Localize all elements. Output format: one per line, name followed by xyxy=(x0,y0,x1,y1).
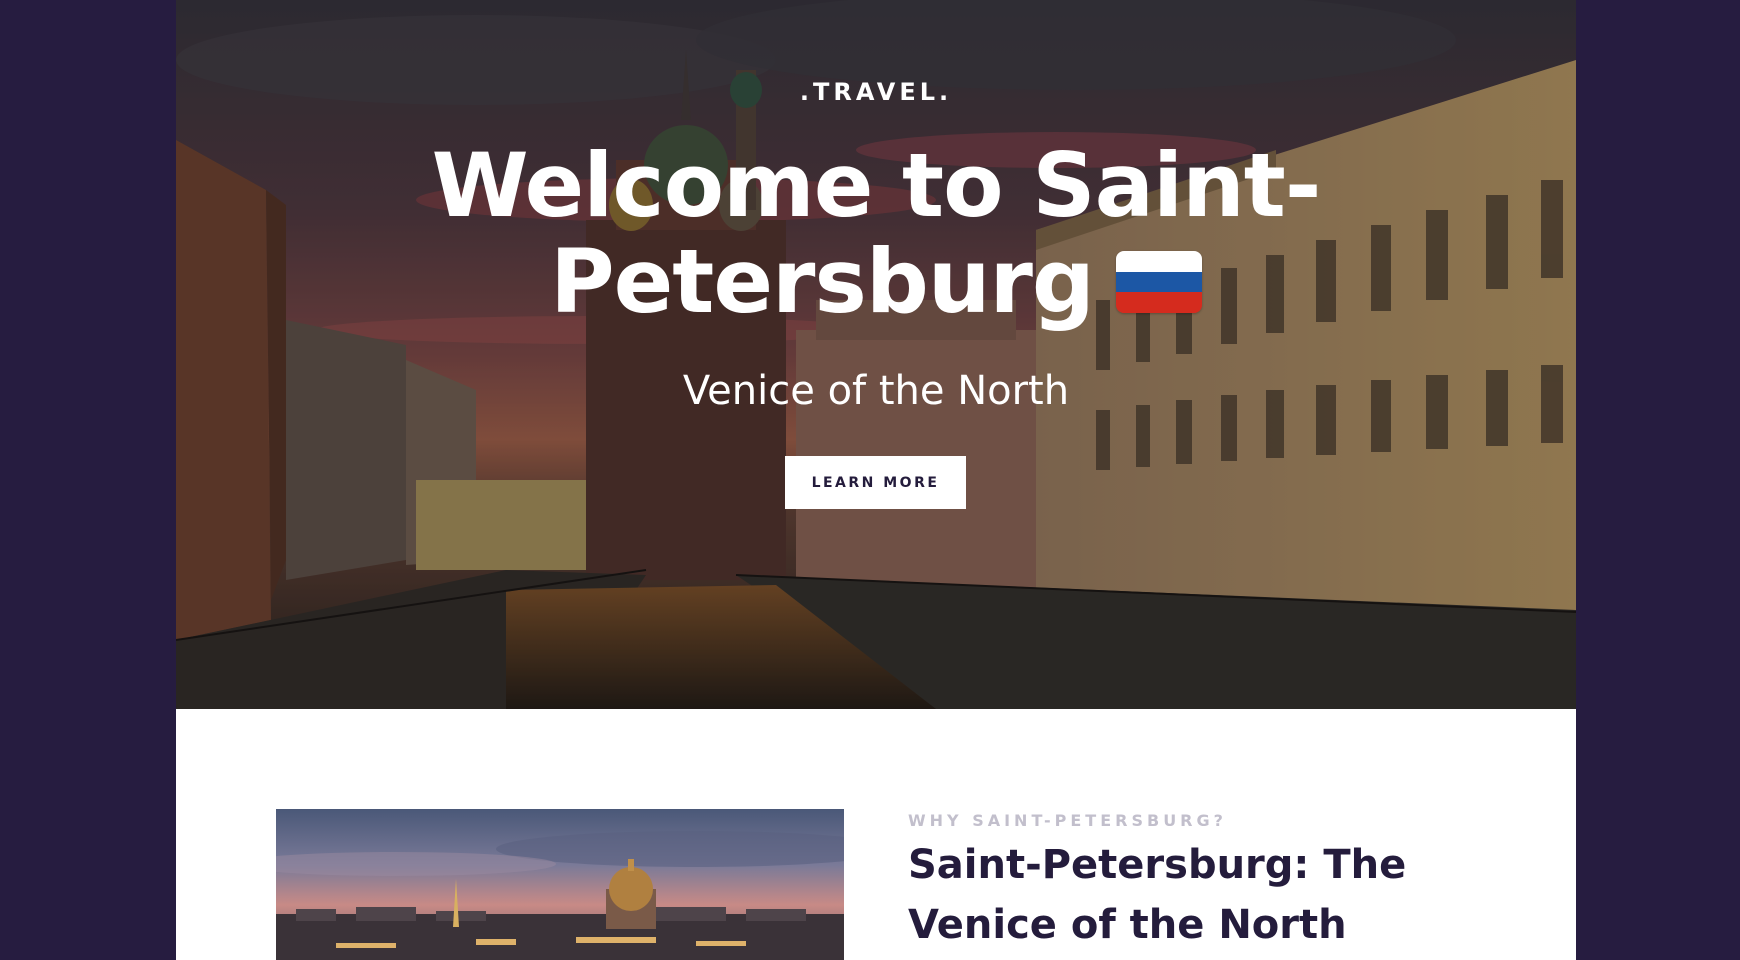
page: .TRAVEL. Welcome to Saint-Petersburg Ven… xyxy=(176,0,1576,960)
hero-content: .TRAVEL. Welcome to Saint-Petersburg Ven… xyxy=(176,0,1576,709)
hero-subtitle: Venice of the North xyxy=(682,368,1070,414)
city-panorama-image xyxy=(276,809,844,960)
hero-title: Welcome to Saint-Petersburg xyxy=(326,138,1426,330)
section-title: Saint-Petersburg: The Venice of the Nort… xyxy=(908,842,1407,948)
brand-logo[interactable]: .TRAVEL. xyxy=(176,78,1576,106)
intro-section: WHY SAINT-PETERSBURG? Saint-Petersburg: … xyxy=(176,709,1576,960)
hero-section: .TRAVEL. Welcome to Saint-Petersburg Ven… xyxy=(176,0,1576,709)
section-eyebrow: WHY SAINT-PETERSBURG? xyxy=(908,811,1227,830)
learn-more-button[interactable]: LEARN MORE xyxy=(785,456,966,509)
russia-flag-icon xyxy=(1115,251,1202,314)
flag-stripe-blue xyxy=(1115,271,1202,293)
flag-stripe-red xyxy=(1115,292,1202,314)
flag-stripe-white xyxy=(1115,251,1202,272)
